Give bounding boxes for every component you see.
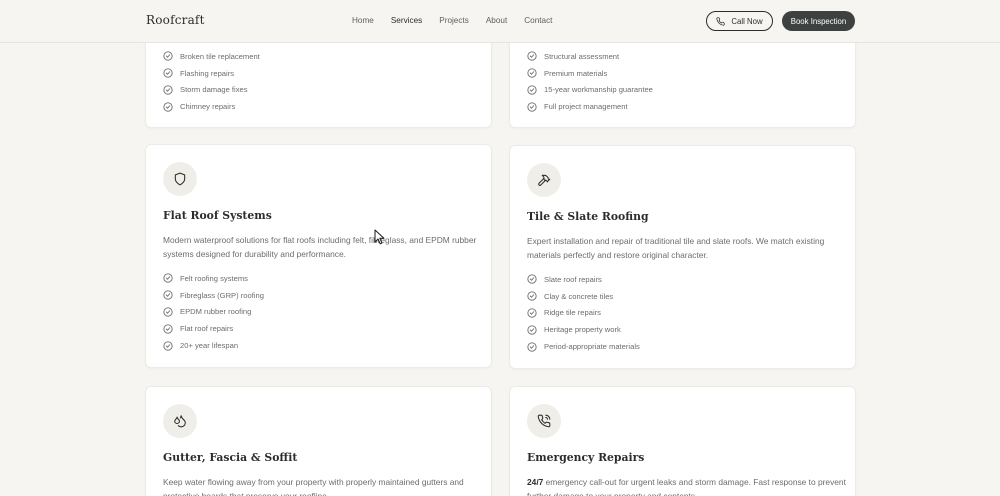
check-circle-icon <box>163 68 173 78</box>
check-circle-icon <box>527 341 537 352</box>
service-title: Tile & Slate Roofing <box>527 210 649 223</box>
check-circle-icon <box>527 51 537 62</box>
feature-list: Felt roofing systems Fibreglass (GRP) ro… <box>163 270 264 354</box>
mouse-cursor-icon <box>374 229 385 245</box>
feature-item: 20+ year lifespan <box>163 337 264 354</box>
check-circle-icon <box>527 68 537 78</box>
feature-item: Flashing repairs <box>163 65 260 82</box>
phone-call-icon <box>537 414 551 428</box>
feature-item: Structural assessment <box>527 48 653 65</box>
service-description: Modern waterproof solutions for flat roo… <box>163 235 477 259</box>
feature-item: Clay & concrete tiles <box>527 288 640 305</box>
service-card-tile-slate: Tile & Slate Roofing Expert installation… <box>509 145 856 369</box>
service-card-gutter: Gutter, Fascia & Soffit Keep water flowi… <box>145 386 492 496</box>
nav-link-contact[interactable]: Contact <box>524 16 552 25</box>
check-circle-icon <box>527 102 537 112</box>
main-menu: Home Services Projects About Contact <box>352 16 569 25</box>
feature-item: Broken tile replacement <box>163 48 260 65</box>
feature-item: Ridge tile repairs <box>527 305 640 322</box>
check-circle-icon <box>163 85 173 95</box>
book-inspection-button[interactable]: Book Inspection <box>782 11 855 31</box>
check-circle-icon <box>163 51 173 62</box>
droplets-icon <box>174 415 186 428</box>
call-now-button[interactable]: Call Now <box>706 11 773 31</box>
service-title: Emergency Repairs <box>527 451 645 464</box>
feature-list: Slate roof repairs Clay & concrete tiles… <box>527 271 640 355</box>
check-circle-icon <box>527 291 537 301</box>
service-description: Keep water flowing away from your proper… <box>163 477 464 496</box>
service-card-emergency: Emergency Repairs 24/7 emergency call-ou… <box>509 386 856 496</box>
nav-link-projects[interactable]: Projects <box>439 16 469 25</box>
feature-item: Fibreglass (GRP) roofing <box>163 287 264 304</box>
service-icon-badge <box>527 163 561 197</box>
service-description: Expert installation and repair of tradit… <box>527 236 825 260</box>
service-icon-badge <box>163 404 197 438</box>
check-circle-icon <box>163 102 173 112</box>
nav-link-home[interactable]: Home <box>352 16 374 25</box>
top-navigation: Roofcraft Home Services Projects About C… <box>0 0 1000 43</box>
feature-item: Heritage property work <box>527 321 640 338</box>
feature-list: Structural assessment Premium materials … <box>527 48 653 115</box>
check-circle-icon <box>527 274 537 285</box>
feature-item: Chimney repairs <box>163 98 260 115</box>
check-circle-icon <box>163 273 173 284</box>
check-circle-icon <box>163 307 173 317</box>
feature-item: Storm damage fixes <box>163 82 260 99</box>
feature-list: Broken tile replacement Flashing repairs… <box>163 48 260 115</box>
check-circle-icon <box>163 290 173 300</box>
check-circle-icon <box>527 308 537 318</box>
service-icon-badge <box>163 162 197 196</box>
service-description: 24/7 emergency call-out for urgent leaks… <box>527 477 846 496</box>
site-logo[interactable]: Roofcraft <box>146 13 205 27</box>
check-circle-icon <box>163 340 173 351</box>
service-icon-badge <box>527 404 561 438</box>
service-card-flat-roof: Flat Roof Systems Modern waterproof solu… <box>145 144 492 368</box>
hammer-icon <box>538 174 551 186</box>
feature-item: EPDM rubber roofing <box>163 304 264 321</box>
emergency-hours: 24/7 <box>527 477 544 487</box>
check-circle-icon <box>527 325 537 335</box>
call-now-label: Call Now <box>731 16 763 26</box>
feature-item: 15-year workmanship guarantee <box>527 82 653 99</box>
feature-item: Flat roof repairs <box>163 320 264 337</box>
check-circle-icon <box>163 324 173 334</box>
shield-icon <box>174 172 186 186</box>
service-title: Gutter, Fascia & Soffit <box>163 451 298 464</box>
nav-link-about[interactable]: About <box>486 16 507 25</box>
check-circle-icon <box>527 85 537 95</box>
phone-icon <box>716 16 726 26</box>
service-title: Flat Roof Systems <box>163 209 272 222</box>
nav-link-services[interactable]: Services <box>391 16 422 25</box>
feature-item: Slate roof repairs <box>527 271 640 288</box>
feature-item: Felt roofing systems <box>163 270 264 287</box>
feature-item: Full project management <box>527 98 653 115</box>
feature-item: Period-appropriate materials <box>527 338 640 355</box>
feature-item: Premium materials <box>527 65 653 82</box>
